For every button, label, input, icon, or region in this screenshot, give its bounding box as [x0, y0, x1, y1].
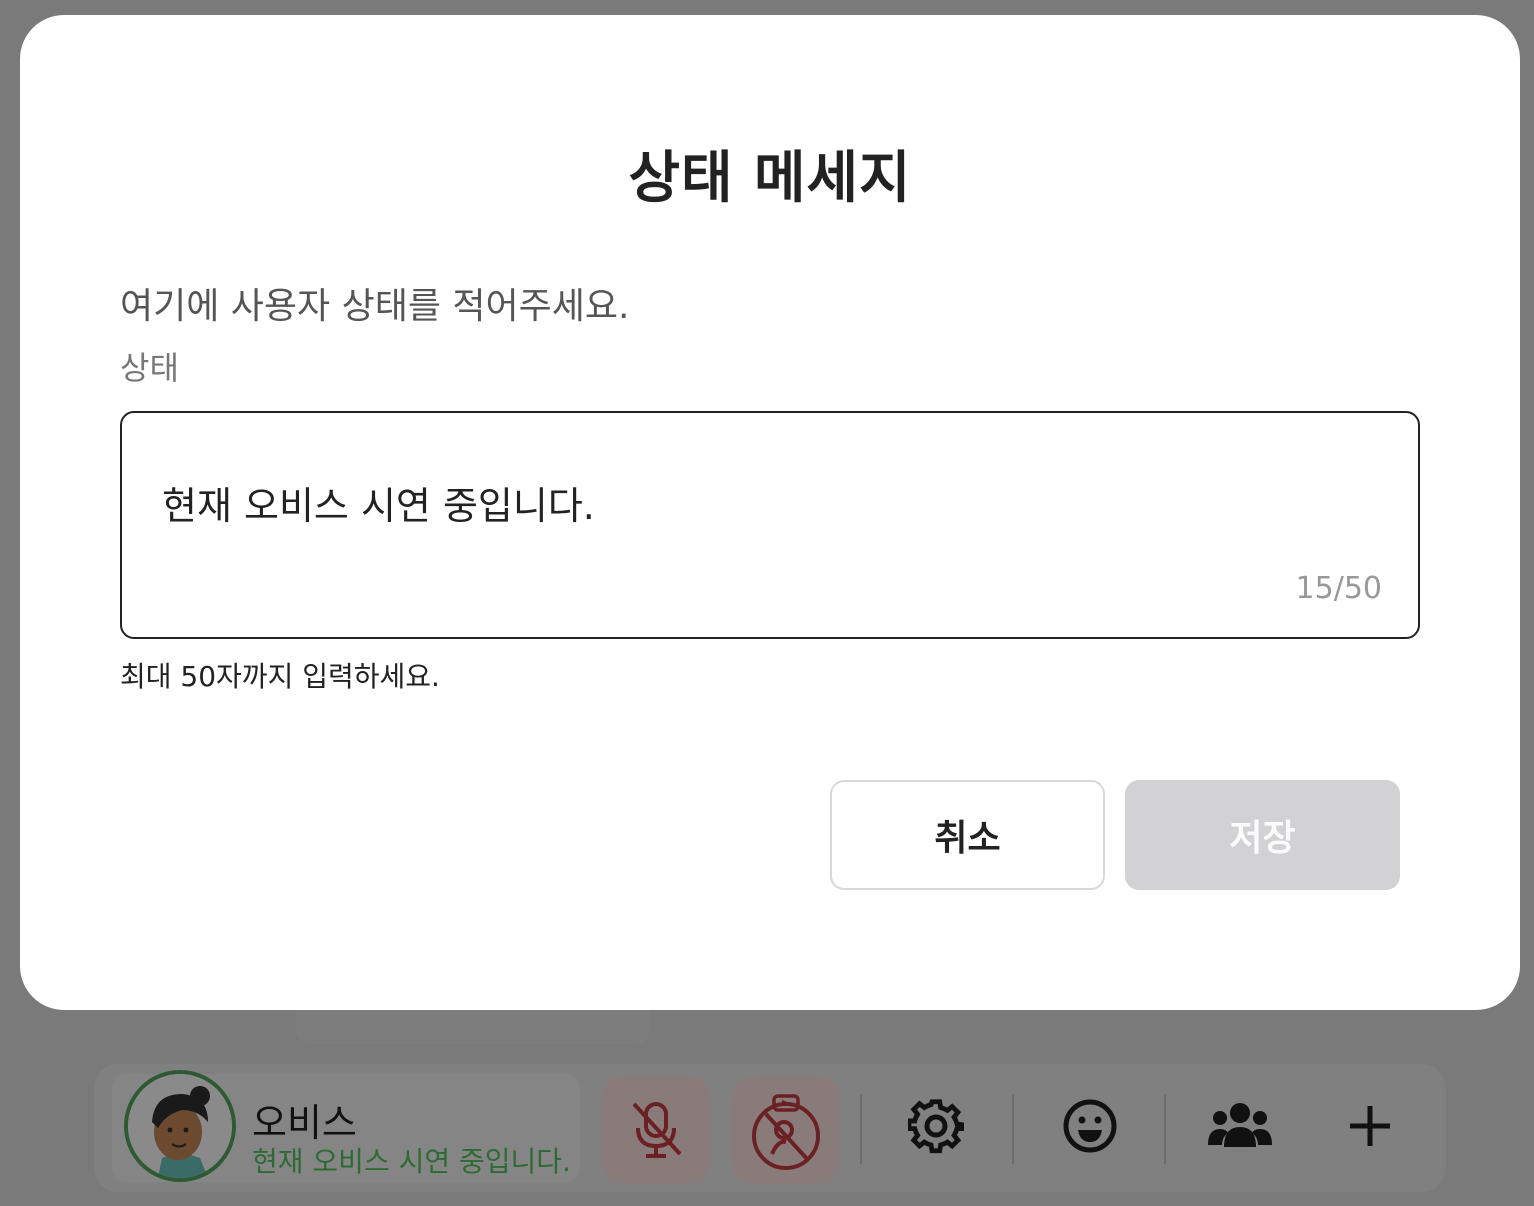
camera-toggle-button[interactable] [732, 1076, 840, 1184]
emoji-button[interactable] [1058, 1094, 1122, 1158]
avatar[interactable] [124, 1070, 236, 1182]
dialog-description: 여기에 사용자 상태를 적어주세요. [120, 286, 630, 327]
add-button[interactable] [1338, 1094, 1402, 1158]
helper-text: 최대 50자까지 입력하세요. [120, 660, 440, 693]
camera-off-icon [752, 1094, 820, 1170]
toolbar-divider [1012, 1094, 1014, 1164]
dialog-title: 상태 메세지 [628, 146, 912, 211]
save-button[interactable]: 저장 [1125, 780, 1400, 890]
bottom-toolbar: 오비스 현재 오비스 시연 중입니다. [94, 1064, 1446, 1192]
plus-icon [1350, 1106, 1390, 1146]
participants-button[interactable] [1208, 1094, 1272, 1158]
status-message-dialog: 상태 메세지 여기에 사용자 상태를 적어주세요. 상태 현재 오비스 시연 중… [20, 15, 1520, 1010]
status-input-value[interactable]: 현재 오비스 시연 중입니다. [162, 475, 595, 530]
avatar-illustration [128, 1074, 232, 1178]
toolbar-divider [1164, 1094, 1166, 1164]
toolbar-divider [860, 1094, 862, 1164]
settings-button[interactable] [904, 1094, 968, 1158]
profile-name: 오비스 [252, 1101, 357, 1145]
profile-card[interactable]: 오비스 현재 오비스 시연 중입니다. [112, 1070, 580, 1182]
users-icon [1208, 1103, 1272, 1147]
profile-status[interactable]: 현재 오비스 시연 중입니다. [252, 1140, 571, 1180]
gear-icon [908, 1099, 964, 1154]
emoji-icon [1063, 1099, 1117, 1153]
status-input[interactable]: 현재 오비스 시연 중입니다. 15/50 [120, 411, 1420, 639]
cancel-button[interactable]: 취소 [830, 780, 1105, 890]
mic-off-icon [632, 1102, 682, 1158]
status-field-label: 상태 [120, 349, 179, 387]
character-counter: 15/50 [1295, 571, 1382, 606]
mic-toggle-button[interactable] [602, 1076, 710, 1184]
